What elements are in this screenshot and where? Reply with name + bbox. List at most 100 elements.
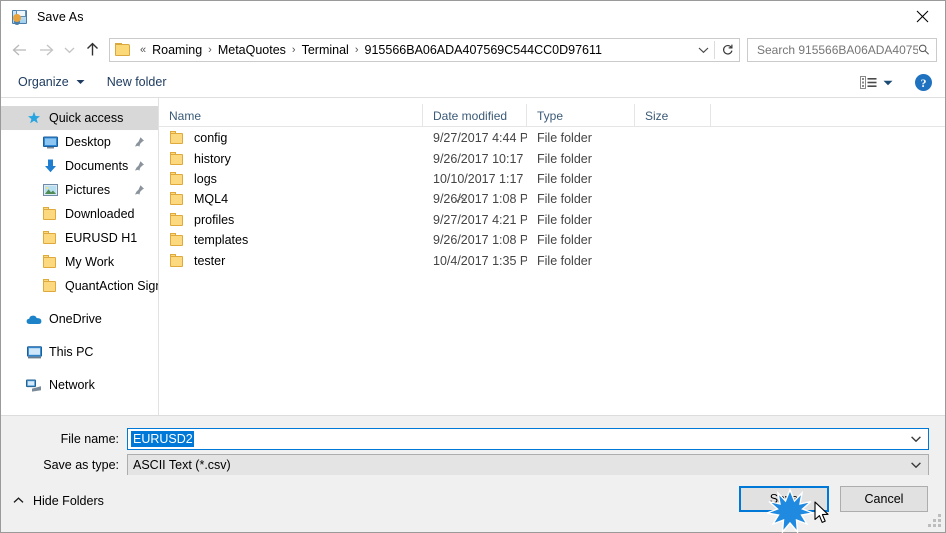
organize-button[interactable]: Organize <box>18 75 85 89</box>
pin-icon[interactable] <box>134 161 145 172</box>
file-type: File folder <box>537 151 592 166</box>
sidebar-item-pictures[interactable]: Pictures <box>1 178 158 202</box>
file-list[interactable]: Name Date modified Type Size config 9/27… <box>159 98 945 415</box>
breadcrumb-separator: › <box>291 43 296 56</box>
sidebar-item-desktop[interactable]: Desktop <box>1 130 158 154</box>
resize-grip[interactable] <box>928 514 941 528</box>
sidebar-item-label: Network <box>49 378 95 392</box>
file-name: templates <box>194 233 249 248</box>
refresh-icon[interactable] <box>715 39 739 61</box>
folder-icon <box>115 43 131 56</box>
chevron-down-icon <box>76 79 85 85</box>
sidebar-item-eurusd-h1[interactable]: EURUSD H1 <box>1 226 158 250</box>
column-header-date-modified[interactable]: Date modified <box>423 104 527 127</box>
sidebar-item-quantaction-signal[interactable]: QuantAction Signal <box>1 274 158 298</box>
navigation-bar: « Roaming › MetaQuotes › Terminal › 9155… <box>1 32 945 67</box>
file-type: File folder <box>537 253 592 268</box>
pin-icon[interactable] <box>134 185 145 196</box>
table-row[interactable]: logs 10/10/2017 1:17 PM File folder <box>159 169 945 189</box>
view-layout-icon[interactable] <box>860 76 877 89</box>
navigation-pane: Quick access Desktop Documents Pictures … <box>1 98 159 415</box>
cloud-icon <box>26 311 42 327</box>
file-name: history <box>194 151 231 166</box>
breadcrumb-item-roaming[interactable]: Roaming <box>150 43 204 57</box>
folder-icon <box>169 212 185 227</box>
picture-icon <box>42 182 58 198</box>
sidebar-item-downloaded[interactable]: Downloaded <box>1 202 158 226</box>
chevron-down-icon[interactable] <box>883 80 893 86</box>
folder-icon <box>42 278 58 294</box>
help-icon[interactable]: ? <box>915 74 932 91</box>
back-arrow-icon[interactable] <box>7 37 33 63</box>
search-input[interactable]: Search 915566BA06ADA40756... <box>747 37 937 62</box>
file-name: tester <box>194 253 226 268</box>
column-header-type[interactable]: Type <box>527 104 635 127</box>
sidebar-item-this-pc[interactable]: This PC <box>1 340 158 364</box>
dialog-body: Quick access Desktop Documents Pictures … <box>1 98 945 415</box>
new-folder-button[interactable]: New folder <box>107 75 167 89</box>
table-row[interactable]: templates 9/26/2017 1:08 PM File folder <box>159 230 945 250</box>
sidebar-item-quick-access[interactable]: Quick access <box>1 106 158 130</box>
breadcrumb-item-metaquotes[interactable]: MetaQuotes <box>216 43 288 57</box>
filename-row: File name: EURUSD2 <box>17 427 929 450</box>
savetype-row: Save as type: ASCII Text (*.csv) <box>17 453 929 476</box>
up-arrow-icon[interactable] <box>79 37 105 63</box>
table-row[interactable]: tester 10/4/2017 1:35 PM File folder <box>159 250 945 270</box>
window-title: Save As <box>37 9 84 24</box>
table-row[interactable]: config 9/27/2017 4:44 PM File folder <box>159 128 945 148</box>
sidebar-item-label: My Work <box>65 255 115 269</box>
table-row[interactable]: history 9/26/2017 10:17 PM File folder <box>159 148 945 168</box>
column-header-spacer[interactable] <box>711 104 871 127</box>
sidebar-item-label: EURUSD H1 <box>65 231 138 245</box>
table-row[interactable]: profiles 9/27/2017 4:21 PM File folder <box>159 210 945 230</box>
pin-icon[interactable] <box>134 137 145 148</box>
file-date: 9/26/2017 10:17 PM <box>433 151 527 166</box>
file-date: 9/27/2017 4:44 PM <box>433 131 527 146</box>
file-date: 9/26/2017 1:08 PM <box>433 192 527 207</box>
chevron-down-icon[interactable] <box>911 461 921 468</box>
close-icon[interactable] <box>899 1 945 32</box>
history-dropdown-icon[interactable] <box>59 37 79 63</box>
filename-label: File name: <box>60 431 119 446</box>
folder-icon <box>169 151 185 166</box>
chevron-down-icon[interactable] <box>911 435 921 442</box>
forward-arrow-icon[interactable] <box>33 37 59 63</box>
folder-icon <box>42 230 58 246</box>
folder-icon <box>42 206 58 222</box>
address-bar[interactable]: « Roaming › MetaQuotes › Terminal › 9155… <box>109 37 740 62</box>
savetype-select[interactable]: ASCII Text (*.csv) <box>127 453 929 476</box>
sidebar-item-label: This PC <box>49 345 94 359</box>
folder-icon <box>169 131 185 145</box>
table-row[interactable]: MQL4 9/26/2017 1:08 PM File folder <box>159 189 945 209</box>
save-button[interactable]: Save <box>739 486 829 512</box>
sidebar-item-documents[interactable]: Documents <box>1 154 158 178</box>
file-type: File folder <box>537 131 592 146</box>
column-header-row: Name Date modified Type Size <box>159 104 945 127</box>
monitor-icon <box>42 134 58 150</box>
sidebar-item-my-work[interactable]: My Work <box>1 250 158 274</box>
cancel-button[interactable]: Cancel <box>840 486 928 512</box>
savetype-label: Save as type: <box>43 457 119 472</box>
organize-label: Organize <box>18 75 69 89</box>
chevron-down-icon[interactable] <box>692 39 714 61</box>
file-rows: config 9/27/2017 4:44 PM File folder his… <box>159 128 945 271</box>
sidebar-item-network[interactable]: Network <box>1 373 158 397</box>
sidebar-item-label: Desktop <box>65 135 111 149</box>
breadcrumb-item-terminal[interactable]: Terminal <box>300 43 351 57</box>
file-type: File folder <box>537 233 592 248</box>
sidebar-item-onedrive[interactable]: OneDrive <box>1 307 158 331</box>
hide-folders-button[interactable]: Hide Folders <box>13 494 104 508</box>
sidebar-item-label: Pictures <box>65 183 111 197</box>
dialog-footer: Hide Folders Save Cancel <box>1 475 945 532</box>
breadcrumb-overflow[interactable]: « <box>136 44 150 56</box>
breadcrumb-item-terminal-id[interactable]: 915566BA06ADA407569C544CC0D97611 <box>363 43 604 57</box>
new-folder-label: New folder <box>106 75 167 89</box>
file-date: 10/4/2017 1:35 PM <box>433 253 527 268</box>
toolbar-right-group: ? <box>860 67 932 98</box>
column-header-size[interactable]: Size <box>635 104 711 127</box>
folder-icon <box>42 254 58 270</box>
filename-input[interactable]: EURUSD2 <box>127 427 929 450</box>
filename-value: EURUSD2 <box>131 430 194 447</box>
breadcrumb-separator: › <box>354 43 359 56</box>
column-header-name[interactable]: Name <box>159 104 423 127</box>
